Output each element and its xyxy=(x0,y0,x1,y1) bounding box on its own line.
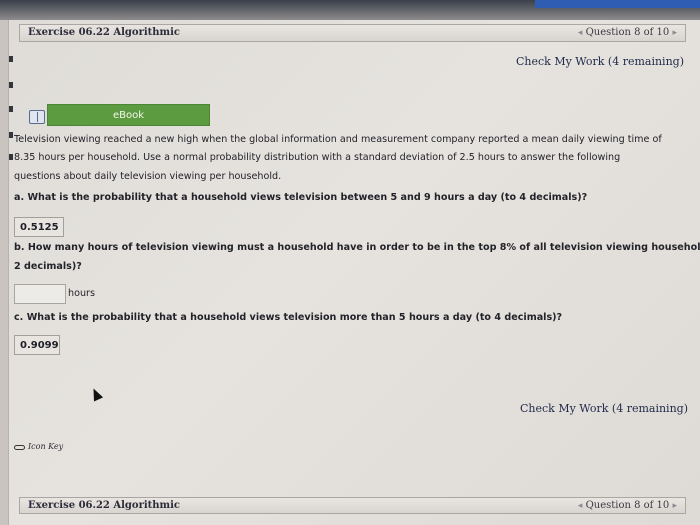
check-my-work-label: Check My Work xyxy=(515,55,605,68)
next-question-icon[interactable]: ▸ xyxy=(672,28,677,38)
key-icon xyxy=(14,444,25,450)
answer-b-unit: hours xyxy=(68,288,95,299)
question-a: a. What is the probability that a househ… xyxy=(14,190,694,206)
answer-c-field[interactable]: 0.9099 xyxy=(14,335,60,355)
scroll-marker xyxy=(9,154,13,160)
question-navigator-footer[interactable]: ◂ Question 8 of 10 ▸ xyxy=(578,500,677,511)
check-my-work-link-bottom[interactable]: Check My Work (4 remaining) xyxy=(520,402,688,415)
icon-key-link[interactable]: Icon Key xyxy=(14,442,63,451)
previous-question-icon[interactable]: ◂ xyxy=(578,501,583,511)
exercise-title-footer: Exercise 06.22 Algorithmic xyxy=(28,500,181,511)
question-c-text: What is the probability that a household… xyxy=(26,312,563,323)
browser-tab-strip xyxy=(535,0,700,8)
scroll-marker xyxy=(9,56,13,62)
exercise-header: Exercise 06.22 Algorithmic ◂ Question 8 … xyxy=(19,24,686,42)
question-b-continued: 2 decimals)? xyxy=(14,261,82,272)
check-my-work-remaining: (4 remaining) xyxy=(607,55,684,68)
next-question-icon[interactable]: ▸ xyxy=(672,501,677,511)
question-counter-footer: Question 8 of 10 xyxy=(585,500,670,511)
ebook-button[interactable]: eBook xyxy=(47,104,210,126)
question-counter: Question 8 of 10 xyxy=(585,27,670,38)
question-b-prefix: b. xyxy=(14,242,25,253)
scroll-marker xyxy=(9,132,13,138)
mouse-pointer-icon xyxy=(88,386,104,402)
exercise-title: Exercise 06.22 Algorithmic xyxy=(28,27,181,38)
exercise-footer: Exercise 06.22 Algorithmic ◂ Question 8 … xyxy=(19,497,686,514)
question-b: b. How many hours of television viewing … xyxy=(14,240,700,256)
problem-intro-line: 8.35 hours per household. Use a normal p… xyxy=(14,152,621,163)
question-navigator[interactable]: ◂ Question 8 of 10 ▸ xyxy=(578,27,677,38)
check-my-work-remaining: (4 remaining) xyxy=(611,402,688,415)
book-icon[interactable] xyxy=(29,110,45,124)
question-a-text: What is the probability that a household… xyxy=(27,192,588,203)
icon-key-label: Icon Key xyxy=(28,442,64,451)
answer-a-field[interactable]: 0.5125 xyxy=(14,217,64,237)
problem-intro-line: questions about daily television viewing… xyxy=(14,171,282,182)
problem-intro-line: Television viewing reached a new high wh… xyxy=(14,134,662,145)
assignment-page: Exercise 06.22 Algorithmic ◂ Question 8 … xyxy=(8,20,700,525)
check-my-work-link[interactable]: Check My Work (4 remaining) xyxy=(516,55,684,68)
check-my-work-label: Check My Work xyxy=(519,402,609,415)
question-a-prefix: a. xyxy=(14,192,25,203)
scroll-marker xyxy=(9,82,13,88)
scroll-marker xyxy=(9,106,13,112)
question-b-text: How many hours of television viewing mus… xyxy=(27,242,700,253)
previous-question-icon[interactable]: ◂ xyxy=(578,28,583,38)
question-c-prefix: c. xyxy=(14,312,24,323)
answer-b-input[interactable] xyxy=(14,284,66,304)
question-c: c. What is the probability that a househ… xyxy=(14,310,694,326)
